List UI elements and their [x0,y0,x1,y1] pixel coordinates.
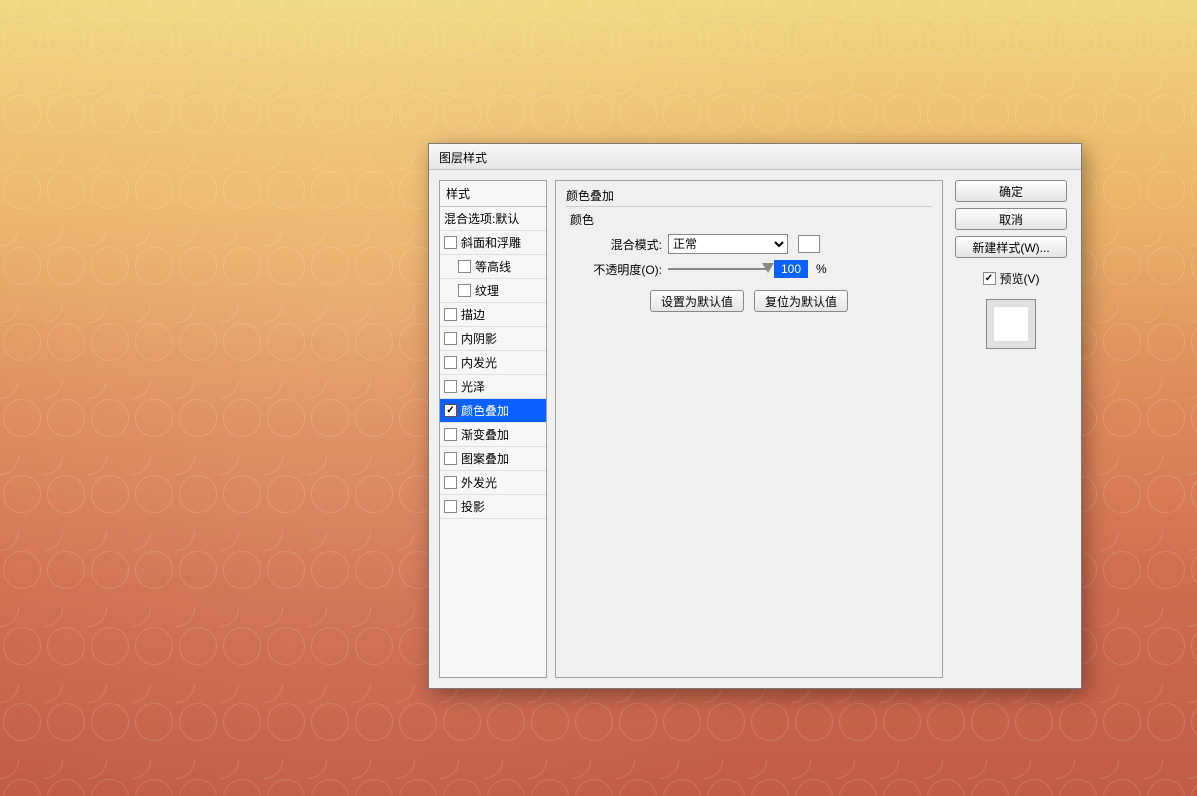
style-item-outer-glow[interactable]: 外发光 [440,471,546,495]
checkbox-pattern-overlay[interactable] [444,452,457,465]
opacity-label: 不透明度(O): [566,261,662,278]
cancel-button[interactable]: 取消 [955,208,1067,230]
checkbox-bevel[interactable] [444,236,457,249]
style-label: 斜面和浮雕 [461,234,521,251]
slider-track-line [668,268,768,270]
blending-options-item[interactable]: 混合选项:默认 [440,207,546,231]
checkbox-drop-shadow[interactable] [444,500,457,513]
blend-mode-label: 混合模式: [566,236,662,253]
opacity-input[interactable] [774,260,808,278]
checkbox-inner-glow[interactable] [444,356,457,369]
reset-default-button[interactable]: 复位为默认值 [754,290,848,312]
actions-column: 确定 取消 新建样式(W)... 预览(V) [951,180,1071,678]
preview-thumbnail [986,299,1036,349]
style-item-stroke[interactable]: 描边 [440,303,546,327]
style-item-inner-glow[interactable]: 内发光 [440,351,546,375]
style-item-bevel[interactable]: 斜面和浮雕 [440,231,546,255]
style-label: 颜色叠加 [461,402,509,419]
styles-header[interactable]: 样式 [440,181,546,207]
style-label: 渐变叠加 [461,426,509,443]
style-item-satin[interactable]: 光泽 [440,375,546,399]
checkbox-satin[interactable] [444,380,457,393]
blending-options-label: 混合选项:默认 [444,210,519,227]
color-group: 颜色 混合模式: 正常 不透明度(O): % [566,206,932,312]
checkbox-texture[interactable] [458,284,471,297]
checkbox-color-overlay[interactable] [444,404,457,417]
default-buttons-row: 设置为默认值 复位为默认值 [566,290,932,312]
group-title: 颜色 [570,211,932,228]
slider-thumb-icon[interactable] [762,263,774,273]
style-item-gradient-overlay[interactable]: 渐变叠加 [440,423,546,447]
style-item-pattern-overlay[interactable]: 图案叠加 [440,447,546,471]
preview-label: 预览(V) [1000,270,1040,287]
preview-checkbox[interactable] [983,272,996,285]
settings-panel: 颜色叠加 颜色 混合模式: 正常 不透明度(O): [555,180,943,678]
style-item-texture[interactable]: 纹理 [440,279,546,303]
style-label: 描边 [461,306,485,323]
checkbox-gradient-overlay[interactable] [444,428,457,441]
style-item-inner-shadow[interactable]: 内阴影 [440,327,546,351]
style-label: 图案叠加 [461,450,509,467]
blend-mode-row: 混合模式: 正常 [566,234,932,254]
percent-label: % [816,262,827,276]
opacity-row: 不透明度(O): % [566,260,932,278]
style-label: 外发光 [461,474,497,491]
dialog-title[interactable]: 图层样式 [429,144,1081,170]
new-style-button[interactable]: 新建样式(W)... [955,236,1067,258]
checkbox-stroke[interactable] [444,308,457,321]
layer-style-dialog: 图层样式 样式 混合选项:默认 斜面和浮雕 等高线 纹理 描边 [428,143,1082,689]
style-item-color-overlay[interactable]: 颜色叠加 [440,399,546,423]
color-swatch[interactable] [798,235,820,253]
opacity-slider[interactable] [668,262,768,276]
dialog-body: 样式 混合选项:默认 斜面和浮雕 等高线 纹理 描边 内阴 [429,170,1081,688]
checkbox-inner-shadow[interactable] [444,332,457,345]
section-title: 颜色叠加 [566,187,932,204]
style-item-drop-shadow[interactable]: 投影 [440,495,546,519]
checkbox-contour[interactable] [458,260,471,273]
style-label: 纹理 [475,282,499,299]
style-label: 内阴影 [461,330,497,347]
blend-mode-select[interactable]: 正常 [668,234,788,254]
make-default-button[interactable]: 设置为默认值 [650,290,744,312]
style-label: 投影 [461,498,485,515]
style-label: 光泽 [461,378,485,395]
preview-toggle-row: 预览(V) [983,270,1040,287]
style-label: 内发光 [461,354,497,371]
checkbox-outer-glow[interactable] [444,476,457,489]
ok-button[interactable]: 确定 [955,180,1067,202]
styles-list-panel: 样式 混合选项:默认 斜面和浮雕 等高线 纹理 描边 内阴 [439,180,547,678]
style-item-contour[interactable]: 等高线 [440,255,546,279]
preview-thumbnail-inner [994,307,1028,341]
style-label: 等高线 [475,258,511,275]
